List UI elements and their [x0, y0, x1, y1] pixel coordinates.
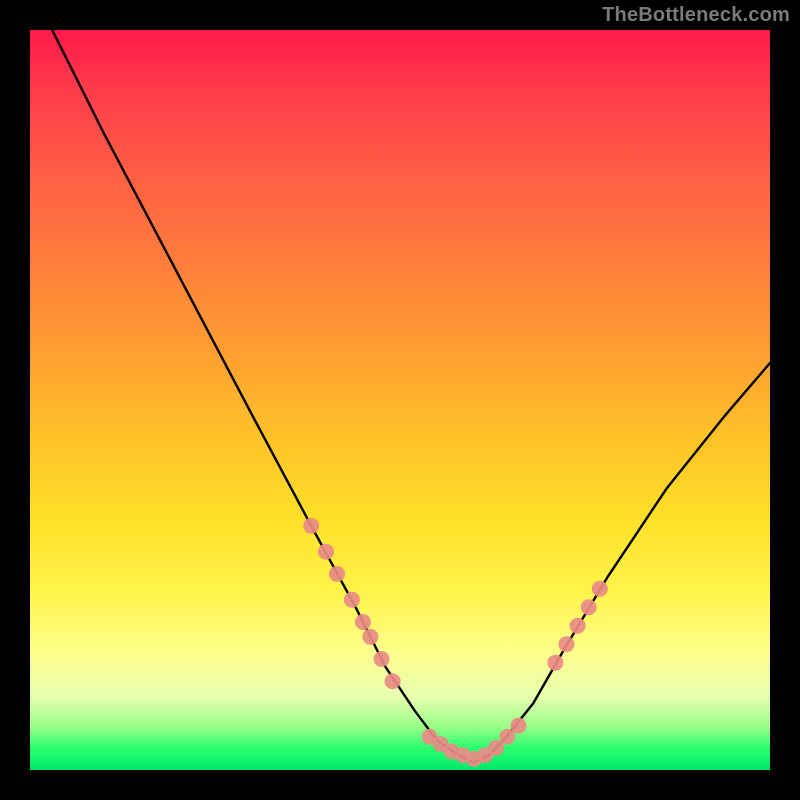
marker-dot: [488, 740, 504, 756]
marker-dot: [344, 592, 360, 608]
marker-dot: [455, 747, 471, 763]
marker-dot: [374, 651, 390, 667]
marker-dot: [303, 518, 319, 534]
marker-dot: [466, 751, 482, 767]
marker-layer: [303, 518, 608, 767]
marker-dot: [581, 599, 597, 615]
watermark-text: TheBottleneck.com: [602, 4, 790, 27]
marker-dot: [355, 614, 371, 630]
marker-dot: [329, 566, 345, 582]
marker-dot: [433, 736, 449, 752]
chart-stage: TheBottleneck.com: [0, 0, 800, 800]
marker-dot: [385, 673, 401, 689]
plot-area: [30, 30, 770, 770]
bottleneck-curve: [52, 30, 770, 763]
marker-dot: [592, 581, 608, 597]
marker-dot: [499, 729, 515, 745]
marker-dot: [444, 744, 460, 760]
marker-dot: [477, 747, 493, 763]
marker-dot: [559, 636, 575, 652]
chart-svg: [30, 30, 770, 770]
marker-dot: [547, 655, 563, 671]
marker-dot: [510, 718, 526, 734]
marker-dot: [318, 544, 334, 560]
marker-dot: [570, 618, 586, 634]
marker-dot: [362, 629, 378, 645]
marker-dot: [422, 729, 438, 745]
